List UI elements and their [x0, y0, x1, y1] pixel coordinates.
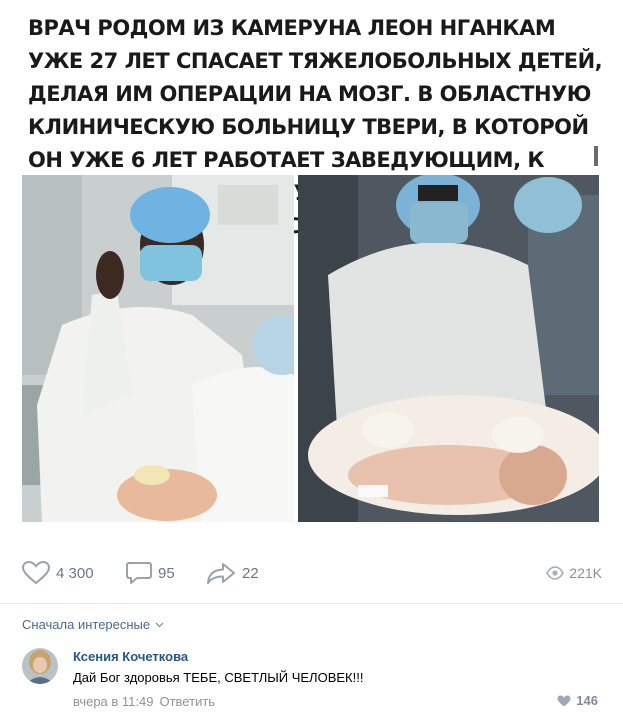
share-button[interactable]: 22: [206, 558, 259, 588]
share-arrow-icon: [207, 563, 235, 584]
section-divider: [0, 603, 623, 604]
chevron-down-icon: [155, 622, 164, 627]
comment-like-count: 146: [576, 693, 598, 708]
post-photo-operation[interactable]: [298, 175, 599, 522]
share-count: 22: [242, 564, 259, 582]
comment-button[interactable]: 95: [126, 558, 175, 588]
user-avatar-image: [22, 648, 58, 684]
eye-icon: [546, 566, 565, 580]
views-count: 221K: [569, 565, 602, 581]
post-photo-surgeon[interactable]: [22, 175, 294, 522]
comment-bubble-icon: [126, 562, 152, 584]
views-indicator: 221K: [546, 558, 602, 588]
comment-like-button[interactable]: 146: [557, 693, 598, 708]
heart-icon: [557, 695, 571, 706]
heart-icon: [22, 561, 50, 585]
like-button[interactable]: 4 300: [22, 558, 94, 588]
comment-author-link[interactable]: Ксения Кочеткова: [73, 649, 188, 664]
sort-label: Сначала интересные: [22, 617, 151, 632]
text-cursor: [594, 146, 598, 166]
comment-time[interactable]: вчера в 11:49: [73, 694, 153, 709]
comments-sort-dropdown[interactable]: Сначала интересные: [22, 617, 164, 632]
avatar[interactable]: [22, 648, 58, 684]
reply-button[interactable]: Ответить: [159, 694, 215, 709]
comment-item: Ксения Кочеткова Дай Бог здоровья ТЕБЕ, …: [22, 648, 602, 712]
operation-photo-graphic: [298, 175, 599, 522]
comment-count: 95: [158, 564, 175, 582]
post-actions-bar: 4 300 95 22 221K: [22, 558, 602, 588]
surgeon-photo-graphic: [22, 175, 294, 522]
comment-meta: вчера в 11:49 Ответить: [73, 694, 215, 709]
comment-text: Дай Бог здоровья ТЕБЕ, СВЕТЛЫЙ ЧЕЛОВЕК!!…: [73, 670, 364, 685]
like-count: 4 300: [56, 564, 94, 582]
